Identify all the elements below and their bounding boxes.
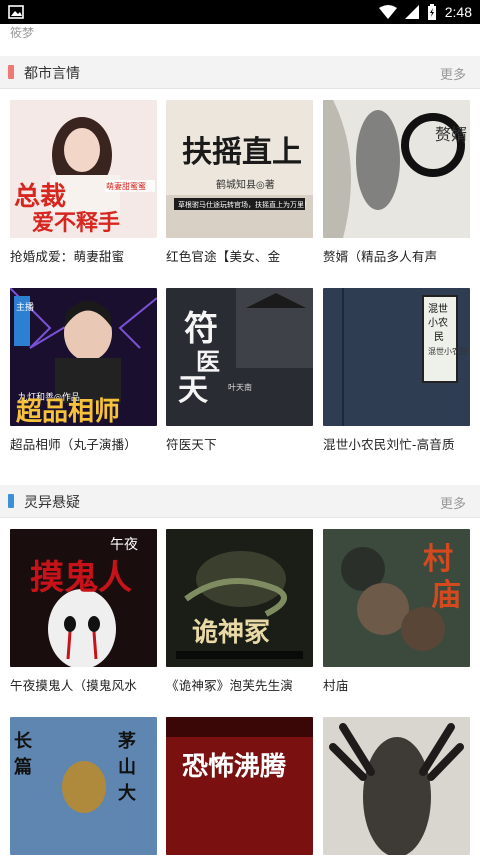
svg-text:摸鬼人: 摸鬼人 (30, 558, 132, 598)
svg-text:扶摇直上: 扶摇直上 (182, 135, 302, 170)
book-cover[interactable]: 诡神冢 (166, 529, 313, 667)
book-cover[interactable]: 恐怖沸腾 (166, 717, 313, 855)
svg-text:医: 医 (196, 347, 220, 376)
clock: 2:48 (444, 4, 472, 20)
book-cover[interactable]: 符 医 天 叶天南 (166, 288, 313, 426)
svg-text:诡神冢: 诡神冢 (192, 618, 270, 648)
svg-text:天: 天 (178, 373, 208, 408)
book-card[interactable]: 扶摇直上 鹤城知县◎著 草根驸马仕途玩转官场，扶摇直上为万里！ 红色官途【美女、… (166, 100, 313, 265)
status-bar: 2:48 (0, 0, 480, 24)
book-cover[interactable]: 总裁 爱不释手 萌妻甜蜜蜜 (10, 100, 157, 238)
section-accent-bar (8, 494, 14, 508)
section-title: 都市言情 (24, 66, 80, 82)
book-cover[interactable]: 长 篇 茅 山 大 (10, 717, 157, 855)
book-title: 《诡神冢》泡芙先生演 (166, 678, 294, 693)
svg-text:主播: 主播 (16, 301, 34, 313)
svg-text:混世: 混世 (428, 303, 448, 315)
book-cover[interactable]: 主播 九灯和善◎作品 超品相师 (10, 288, 157, 426)
previous-item-caption: 筱梦 (10, 26, 35, 40)
book-card[interactable]: 长 篇 茅 山 大 (10, 717, 157, 855)
book-cover[interactable]: 混世 小农 民 混世小农民 (323, 288, 470, 426)
svg-text:长: 长 (14, 731, 33, 752)
svg-text:山: 山 (118, 757, 136, 778)
book-card[interactable] (323, 717, 470, 855)
svg-text:大: 大 (118, 782, 136, 804)
svg-text:混世小农民: 混世小农民 (428, 346, 468, 356)
book-card[interactable]: 混世 小农 民 混世小农民 混世小农民刘忙-高音质 (323, 288, 470, 453)
section-accent-bar (8, 65, 14, 79)
svg-text:爱不释手: 爱不释手 (32, 210, 120, 236)
svg-text:叶天南: 叶天南 (228, 382, 252, 392)
book-title: 午夜摸鬼人（摸鬼风水 (10, 678, 138, 693)
more-link[interactable]: 更多 (440, 493, 466, 512)
book-card[interactable]: 午夜 摸鬼人 午夜摸鬼人（摸鬼风水 (10, 529, 157, 694)
book-cover[interactable]: 午夜 摸鬼人 (10, 529, 157, 667)
svg-text:小农: 小农 (428, 316, 448, 329)
svg-text:总裁: 总裁 (14, 182, 66, 212)
svg-text:超品相师: 超品相师 (16, 397, 120, 426)
book-title: 赘婿（精品多人有声 (323, 249, 438, 264)
section-header-supernatural: 灵异悬疑 更多 (0, 485, 480, 518)
book-cover[interactable]: 村 庙 (323, 529, 470, 667)
section-header-urban-romance: 都市言情 更多 (0, 56, 480, 89)
svg-text:草根驸马仕途玩转官场，扶摇直上为万里！: 草根驸马仕途玩转官场，扶摇直上为万里！ (178, 200, 311, 209)
signal-icon (404, 5, 419, 19)
book-card[interactable]: 诡神冢 《诡神冢》泡芙先生演 (166, 529, 313, 694)
svg-text:符: 符 (184, 309, 218, 349)
more-link[interactable]: 更多 (440, 64, 466, 83)
book-card[interactable]: 村 庙 村庙 (323, 529, 470, 694)
wifi-icon (378, 5, 397, 19)
book-title: 红色官途【美女、金 (166, 249, 281, 264)
book-title: 混世小农民刘忙-高音质 (323, 437, 455, 452)
svg-text:篇: 篇 (14, 756, 32, 778)
book-title: 村庙 (323, 678, 349, 693)
book-card[interactable]: 恐怖沸腾 (166, 717, 313, 855)
section-title: 灵异悬疑 (24, 495, 80, 511)
book-title: 符医天下 (166, 437, 217, 452)
book-card[interactable]: 总裁 爱不释手 萌妻甜蜜蜜 抢婚成爱：萌妻甜蜜 (10, 100, 157, 265)
svg-text:村: 村 (423, 542, 453, 577)
battery-charging-icon (427, 4, 436, 20)
book-cover[interactable]: 扶摇直上 鹤城知县◎著 草根驸马仕途玩转官场，扶摇直上为万里！ (166, 100, 313, 238)
book-card[interactable]: 符 医 天 叶天南 符医天下 (166, 288, 313, 453)
book-title: 超品相师（丸子演播） (10, 437, 138, 452)
book-cover[interactable]: 赘婿 (323, 100, 470, 238)
svg-text:鹤城知县◎著: 鹤城知县◎著 (216, 178, 275, 191)
svg-text:庙: 庙 (431, 578, 461, 613)
book-cover[interactable] (323, 717, 470, 855)
svg-text:恐怖沸腾: 恐怖沸腾 (182, 751, 287, 782)
book-card[interactable]: 主播 九灯和善◎作品 超品相师 超品相师（丸子演播） (10, 288, 157, 453)
svg-text:午夜: 午夜 (110, 537, 138, 553)
svg-text:赘婿: 赘婿 (435, 125, 467, 144)
cover-sub: 萌妻甜蜜蜜 (106, 181, 146, 191)
book-card[interactable]: 赘婿 赘婿（精品多人有声 (323, 100, 470, 265)
book-title: 抢婚成爱：萌妻甜蜜 (10, 249, 125, 264)
svg-text:民: 民 (434, 331, 444, 343)
image-notification-icon (8, 5, 24, 19)
svg-text:茅: 茅 (118, 730, 136, 752)
